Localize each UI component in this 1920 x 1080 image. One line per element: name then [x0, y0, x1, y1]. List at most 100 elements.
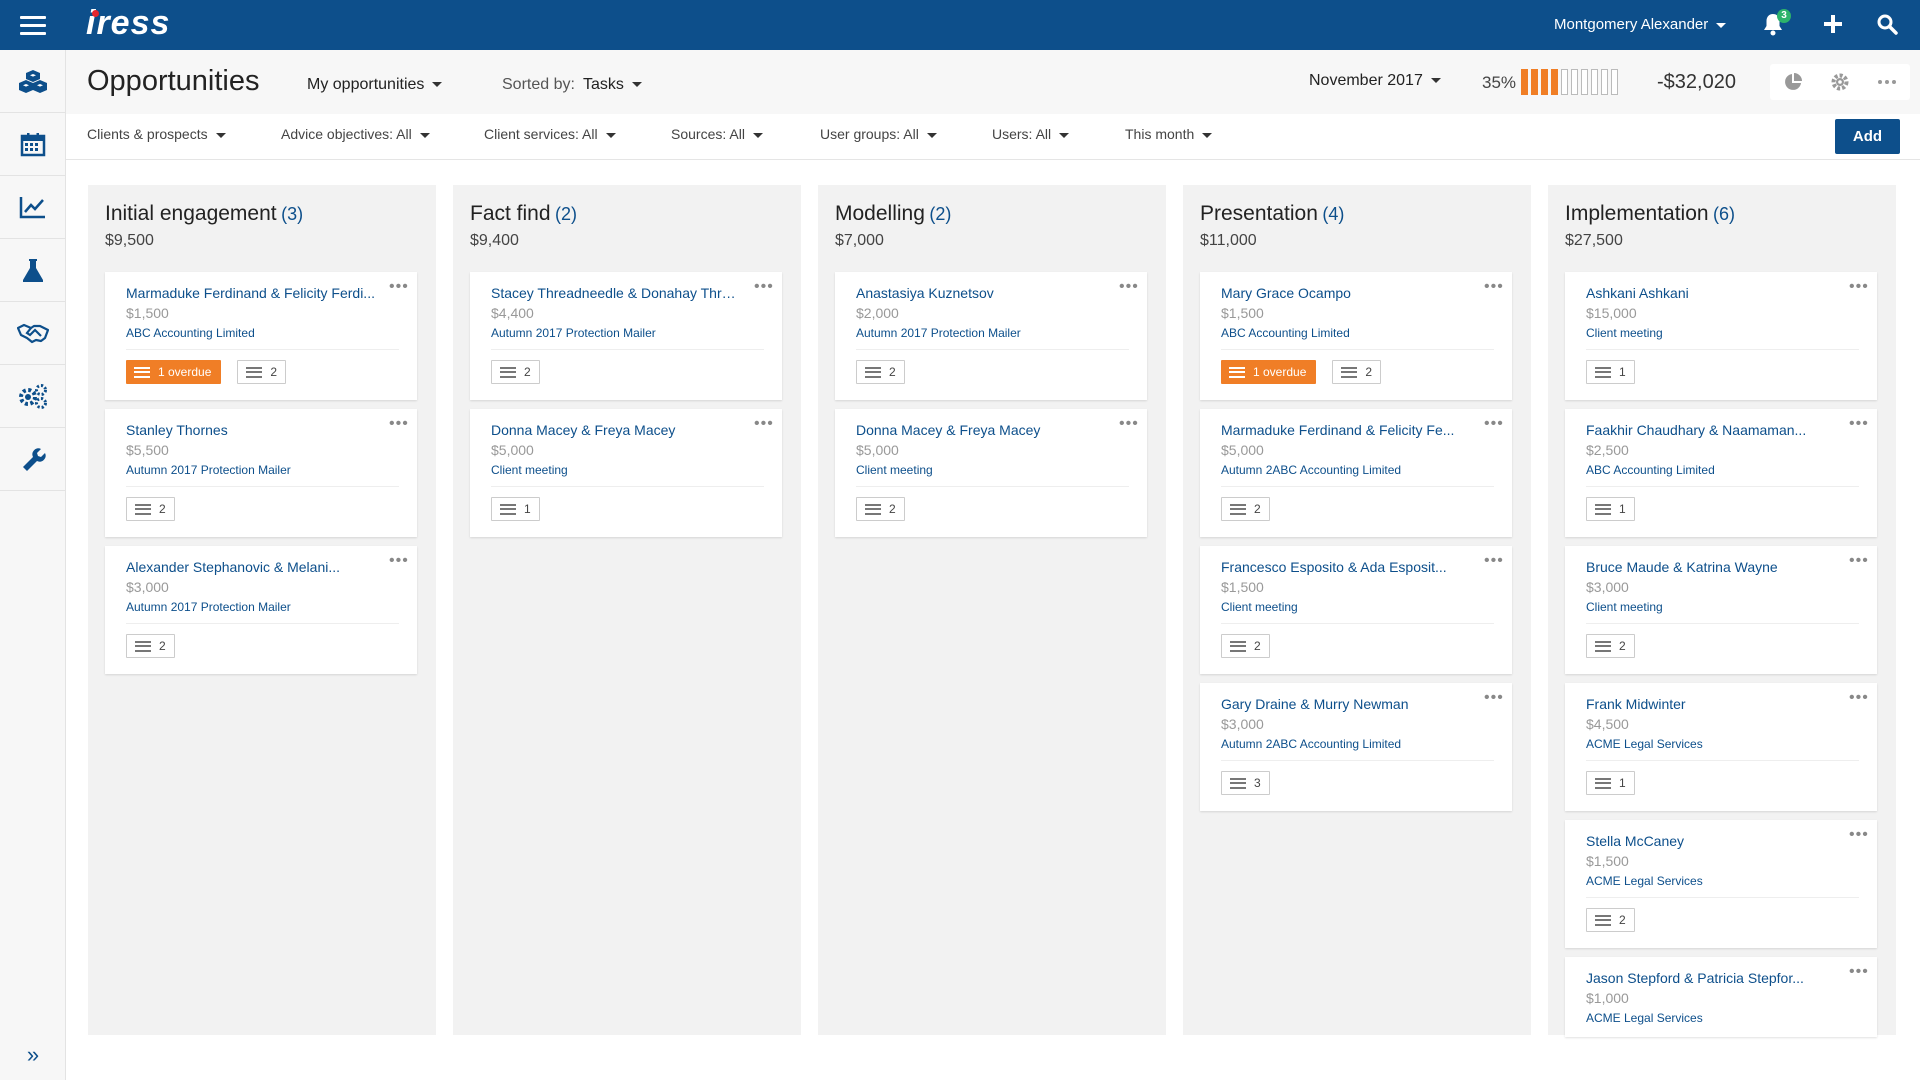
tasks-badge[interactable]: 3	[1221, 771, 1270, 795]
source-link[interactable]: ABC Accounting Limited	[126, 326, 255, 340]
more-icon[interactable]: •••	[1849, 416, 1869, 432]
sidebar-item-opportunities[interactable]	[0, 302, 65, 365]
period-dropdown[interactable]: November 2017	[1309, 72, 1441, 90]
source-link[interactable]: ACME Legal Services	[1586, 874, 1703, 888]
client-name-link[interactable]: Mary Grace Ocampo	[1221, 285, 1471, 301]
client-name-link[interactable]: Francesco Esposito & Ada Esposit...	[1221, 559, 1471, 575]
more-icon[interactable]: •••	[1119, 416, 1139, 432]
sidebar-item-lab[interactable]	[0, 239, 65, 302]
tasks-badge[interactable]: 2	[1586, 908, 1635, 932]
filter-client-services[interactable]: Client services: All	[484, 126, 616, 142]
source-link[interactable]: Autumn 2017 Protection Mailer	[126, 463, 291, 477]
client-name-link[interactable]: Marmaduke Ferdinand & Felicity Ferdi...	[126, 285, 376, 301]
sidebar-item-calendar[interactable]	[0, 113, 65, 176]
source-link[interactable]: Autumn 2017 Protection Mailer	[856, 326, 1021, 340]
tasks-badge[interactable]: 1	[491, 497, 540, 521]
opportunity-card[interactable]: Stella McCaney ••• $1,500 ACME Legal Servic…	[1565, 820, 1877, 948]
more-icon[interactable]: •••	[1849, 553, 1869, 569]
client-name-link[interactable]: Alexander Stephanovic & Melani...	[126, 559, 376, 575]
client-name-link[interactable]: Anastasiya Kuznetsov	[856, 285, 1106, 301]
pie-chart-icon[interactable]	[1783, 72, 1803, 92]
gear-icon[interactable]	[1830, 72, 1850, 92]
source-link[interactable]: ACME Legal Services	[1586, 1011, 1703, 1025]
view-dropdown[interactable]: My opportunities	[307, 76, 443, 94]
source-link[interactable]: Client meeting	[491, 463, 568, 477]
more-icon[interactable]: •••	[1484, 690, 1504, 706]
opportunity-card[interactable]: Marmaduke Ferdinand & Felicity Fe... ••• $…	[1200, 409, 1512, 537]
more-icon[interactable]: •••	[754, 416, 774, 432]
client-name-link[interactable]: Stacey Threadneedle & Donahay Thra...	[491, 285, 741, 301]
client-name-link[interactable]: Ashkani Ashkani	[1586, 285, 1836, 301]
tasks-badge[interactable]: 2	[237, 360, 287, 384]
tasks-badge[interactable]: 2	[1332, 360, 1382, 384]
source-link[interactable]: Client meeting	[1586, 600, 1663, 614]
client-name-link[interactable]: Frank Midwinter	[1586, 696, 1836, 712]
more-icon[interactable]: •••	[1849, 690, 1869, 706]
more-icon[interactable]: •••	[389, 416, 409, 432]
client-name-link[interactable]: Gary Draine & Murry Newman	[1221, 696, 1471, 712]
filter-users[interactable]: Users: All	[992, 126, 1070, 142]
plus-icon[interactable]	[1822, 12, 1848, 38]
add-button[interactable]: Add	[1835, 119, 1900, 154]
opportunity-card[interactable]: Faakhir Chaudhary & Naamaman... ••• $2,500…	[1565, 409, 1877, 537]
search-icon[interactable]	[1876, 12, 1902, 38]
source-link[interactable]: Autumn 2017 Protection Mailer	[126, 600, 291, 614]
more-icon[interactable]	[1877, 72, 1897, 92]
more-icon[interactable]: •••	[389, 279, 409, 295]
source-link[interactable]: ACME Legal Services	[1586, 737, 1703, 751]
expand-icon[interactable]: »	[0, 1030, 66, 1080]
opportunity-card[interactable]: Jason Stepford & Patricia Stepfor... ••• $…	[1565, 957, 1877, 1037]
tasks-badge[interactable]: 2	[856, 360, 905, 384]
source-link[interactable]: Autumn 2ABC Accounting Limited	[1221, 737, 1401, 751]
user-menu[interactable]: Montgomery Alexander	[1554, 16, 1727, 33]
sort-dropdown[interactable]: Sorted by: Tasks	[502, 76, 642, 94]
client-name-link[interactable]: Jason Stepford & Patricia Stepfor...	[1586, 970, 1836, 986]
tasks-badge[interactable]: 1	[1586, 360, 1635, 384]
hamburger-icon[interactable]	[20, 16, 46, 36]
tasks-badge[interactable]: 2	[491, 360, 540, 384]
sidebar-item-tools[interactable]	[0, 428, 65, 491]
opportunity-card[interactable]: Stanley Thornes ••• $5,500 Autumn 2017 Prot…	[105, 409, 417, 537]
source-link[interactable]: ABC Accounting Limited	[1586, 463, 1715, 477]
tasks-badge[interactable]: 2	[1221, 634, 1270, 658]
source-link[interactable]: ABC Accounting Limited	[1221, 326, 1350, 340]
filter-clients[interactable]: Clients & prospects	[87, 126, 226, 142]
overdue-badge[interactable]: 1 overdue	[126, 360, 222, 384]
tasks-badge[interactable]: 1	[1586, 771, 1635, 795]
more-icon[interactable]: •••	[1484, 553, 1504, 569]
opportunity-card[interactable]: Ashkani Ashkani ••• $15,000 Client meeting 1	[1565, 272, 1877, 400]
more-icon[interactable]: •••	[389, 553, 409, 569]
more-icon[interactable]: •••	[1119, 279, 1139, 295]
more-icon[interactable]: •••	[1849, 827, 1869, 843]
sidebar-item-analytics[interactable]	[0, 176, 65, 239]
more-icon[interactable]: •••	[1484, 279, 1504, 295]
client-name-link[interactable]: Stanley Thornes	[126, 422, 376, 438]
iress-logo[interactable]: iress	[86, 4, 170, 43]
bell-icon[interactable]: 3	[1762, 9, 1791, 38]
more-icon[interactable]: •••	[1484, 416, 1504, 432]
source-link[interactable]: Autumn 2ABC Accounting Limited	[1221, 463, 1401, 477]
opportunity-card[interactable]: Frank Midwinter ••• $4,500 ACME Legal Servi…	[1565, 683, 1877, 811]
source-link[interactable]: Client meeting	[1221, 600, 1298, 614]
tasks-badge[interactable]: 1	[1586, 497, 1635, 521]
tasks-badge[interactable]: 2	[856, 497, 905, 521]
client-name-link[interactable]: Marmaduke Ferdinand & Felicity Fe...	[1221, 422, 1471, 438]
tasks-badge[interactable]: 2	[1586, 634, 1635, 658]
opportunity-card[interactable]: Marmaduke Ferdinand & Felicity Ferdi... •…	[105, 272, 417, 400]
opportunity-card[interactable]: Bruce Maude & Katrina Wayne ••• $3,000 Clie…	[1565, 546, 1877, 674]
opportunity-card[interactable]: Stacey Threadneedle & Donahay Thra... •••…	[470, 272, 782, 400]
source-link[interactable]: Client meeting	[1586, 326, 1663, 340]
opportunity-card[interactable]: Anastasiya Kuznetsov ••• $2,000 Autumn 2017…	[835, 272, 1147, 400]
source-link[interactable]: Client meeting	[856, 463, 933, 477]
client-name-link[interactable]: Stella McCaney	[1586, 833, 1836, 849]
client-name-link[interactable]: Faakhir Chaudhary & Naamaman...	[1586, 422, 1836, 438]
more-icon[interactable]: •••	[1849, 279, 1869, 295]
client-name-link[interactable]: Bruce Maude & Katrina Wayne	[1586, 559, 1836, 575]
source-link[interactable]: Autumn 2017 Protection Mailer	[491, 326, 656, 340]
filter-advice-objectives[interactable]: Advice objectives: All	[281, 126, 430, 142]
opportunity-card[interactable]: Donna Macey & Freya Macey ••• $5,000 Client…	[835, 409, 1147, 537]
opportunity-card[interactable]: Gary Draine & Murry Newman ••• $3,000 Autum…	[1200, 683, 1512, 811]
filter-sources[interactable]: Sources: All	[671, 126, 763, 142]
sidebar-item-products[interactable]	[0, 50, 65, 113]
filter-period[interactable]: This month	[1125, 126, 1213, 142]
